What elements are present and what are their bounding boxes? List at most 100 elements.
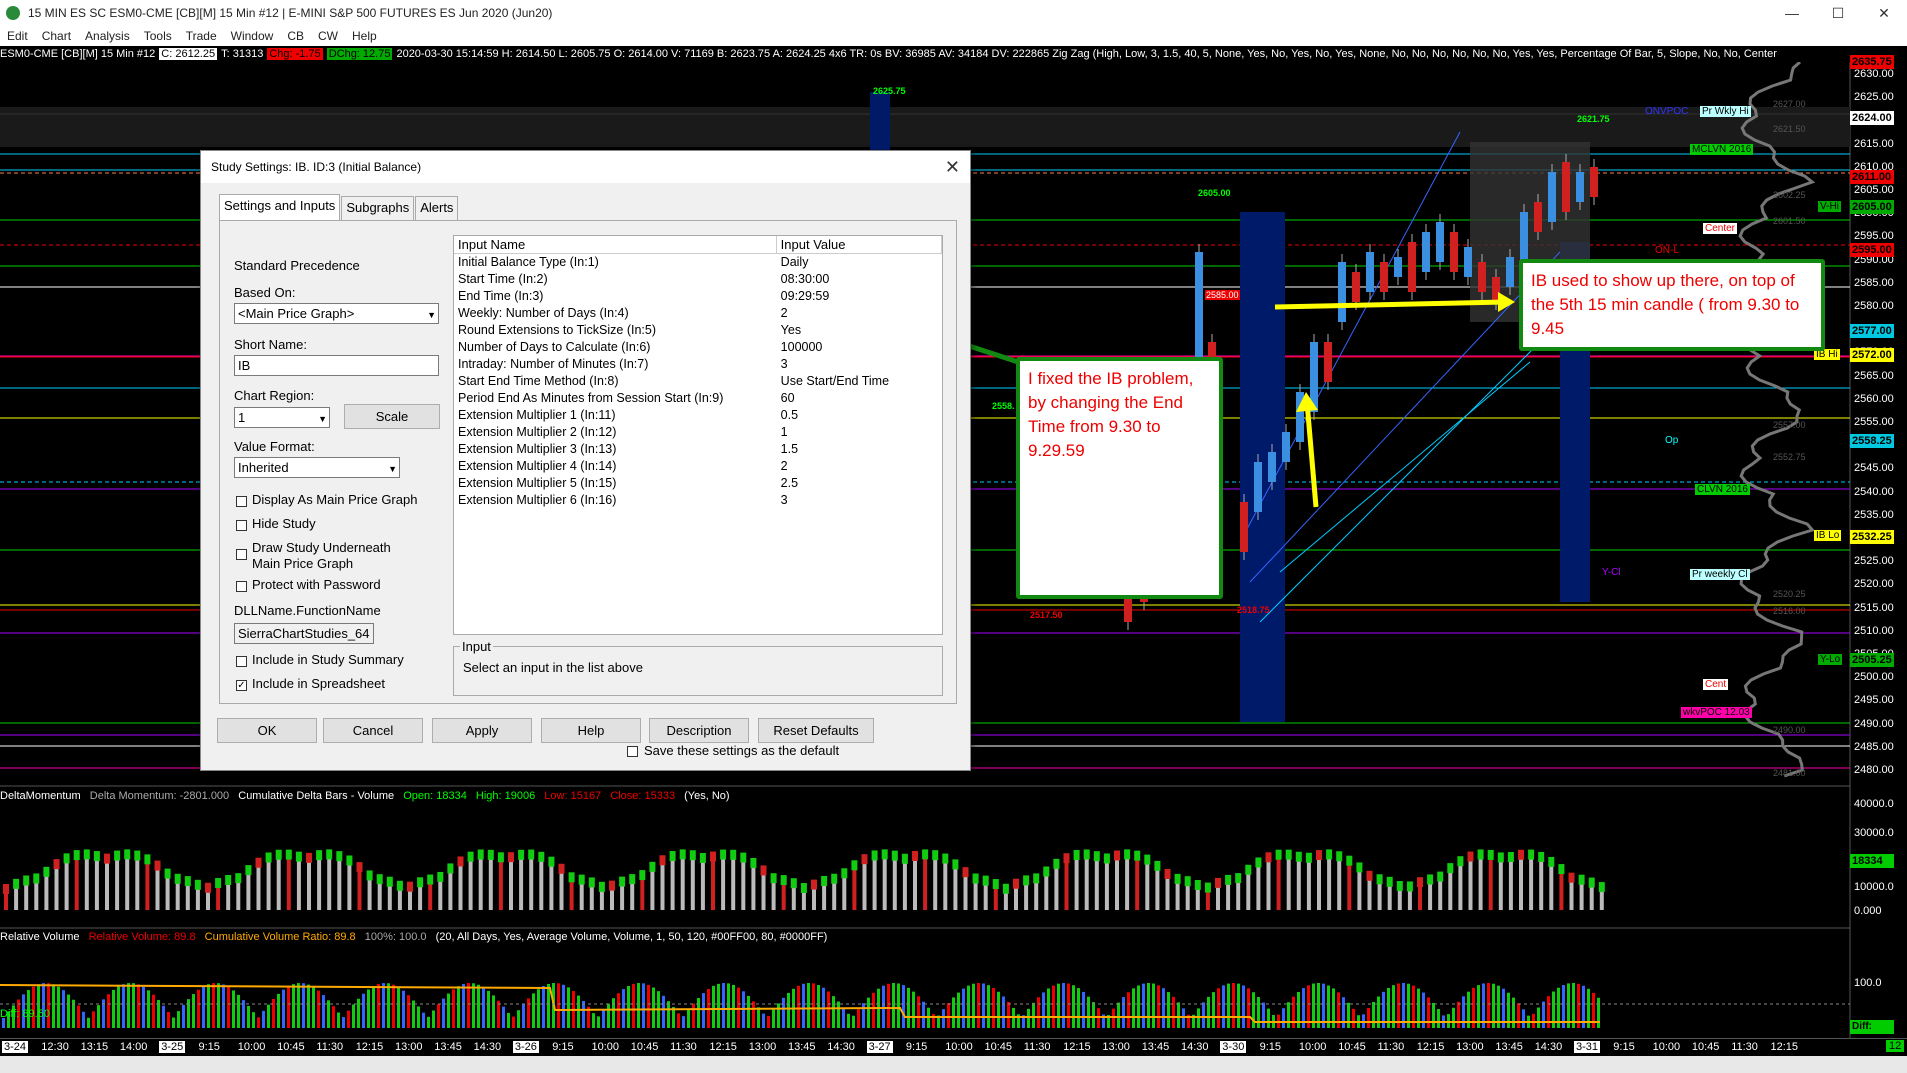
chart-region-select[interactable]: 1 ▼ [234,407,330,428]
tab-alerts[interactable]: Alerts [415,196,459,220]
input-value-cell[interactable]: Yes [777,322,942,339]
time-axis-time: 12:15 [709,1041,737,1053]
table-row[interactable]: Start End Time Method (In:8) Use Start/En… [454,373,942,390]
relative-volume-bar [1097,1008,1100,1028]
delta-candle [982,875,989,886]
time-axis-date: 3-30 [1220,1041,1247,1053]
ok-button[interactable]: OK [217,718,317,743]
description-button[interactable]: Description [649,718,749,743]
tab-subgraphs[interactable]: Subgraphs [341,196,415,220]
label-2557: 2557.00 [1773,420,1806,430]
time-axis[interactable]: 3-24 12:30 13:15 14:00 3-25 9:15 10:00 10:45 11:… [0,1038,1907,1056]
draw-underneath-checkbox[interactable] [236,549,247,560]
relative-volume-bar [192,994,195,1028]
input-name-cell: Weekly: Number of Days (In:4) [458,306,629,320]
delta-bar [1478,855,1483,910]
price-scale-label: 2555.00 [1854,416,1894,428]
delta-bar [842,874,847,910]
input-value-cell[interactable]: Daily [777,254,942,271]
hide-study-checkbox[interactable] [236,520,247,531]
relative-volume-bar [612,998,615,1028]
relative-volume-bar [397,987,400,1028]
delta-candle [1194,879,1201,890]
delta-bar [296,857,301,910]
delta-candle [295,851,302,862]
delta-candle [649,861,656,872]
input-value-cell[interactable]: 2 [777,305,942,322]
reset-defaults-button[interactable]: Reset Defaults [758,718,874,743]
relative-volume-bar [1172,996,1175,1028]
protect-password-checkbox[interactable] [236,581,247,592]
table-row[interactable]: Number of Days to Calculate (In:6) 100000 [454,339,942,356]
delta-candle [437,871,444,882]
dll-name-field[interactable]: SierraChartStudies_64 [234,623,374,644]
input-value-cell[interactable]: Use Start/End Time [777,373,942,390]
menu-item-cb[interactable]: CB [280,29,311,43]
input-value-cell[interactable]: 08:30:00 [777,271,942,288]
table-row[interactable]: Extension Multiplier 2 (In:12) 1 [454,424,942,441]
input-value-cell[interactable]: 2 [777,458,942,475]
menu-item-window[interactable]: Window [224,29,281,43]
candle-body [1268,452,1276,482]
menu-item-edit[interactable]: Edit [0,29,35,43]
table-row[interactable]: Intraday: Number of Minutes (In:7) 3 [454,356,942,373]
table-row[interactable]: Extension Multiplier 5 (In:15) 2.5 [454,475,942,492]
input-value-cell[interactable]: 100000 [777,339,942,356]
tab-settings-and-inputs[interactable]: Settings and Inputs [219,194,341,220]
apply-button[interactable]: Apply [432,718,532,743]
delta-candle [1497,852,1504,863]
maximize-icon[interactable]: ☐ [1815,0,1861,26]
include-summary-checkbox[interactable] [236,656,247,667]
standard-precedence-label: Standard Precedence [234,258,360,273]
dialog-close-icon[interactable]: ✕ [945,157,960,178]
price-scale-label: 2540.00 [1854,485,1894,498]
label-2627: 2627.00 [1773,99,1806,109]
price-tag-top: 2635.75 [1850,55,1894,69]
help-button[interactable]: Help [541,718,641,743]
cancel-button[interactable]: Cancel [323,718,423,743]
time-axis-time: 13:45 [434,1041,462,1053]
inputs-table[interactable]: Input Name Input Value Initial Balance T… [453,235,943,635]
table-row[interactable]: Extension Multiplier 4 (In:14) 2 [454,458,942,475]
input-value-cell[interactable]: 2.5 [777,475,942,492]
relative-volume-bar [687,1009,690,1028]
table-row[interactable]: Extension Multiplier 6 (In:16) 3 [454,492,942,509]
scale-button[interactable]: Scale [344,404,440,429]
menu-item-cw[interactable]: CW [311,29,345,43]
minimize-icon[interactable]: — [1769,0,1815,26]
include-spreadsheet-checkbox[interactable]: ✓ [236,680,247,691]
input-value-cell[interactable]: 60 [777,390,942,407]
input-value-cell[interactable]: 1.5 [777,441,942,458]
save-default-checkbox[interactable] [627,746,638,757]
table-row[interactable]: Extension Multiplier 3 (In:13) 1.5 [454,441,942,458]
table-row[interactable]: Initial Balance Type (In:1) Daily [454,254,942,271]
input-value-cell[interactable]: 1 [777,424,942,441]
based-on-select[interactable]: <Main Price Graph> ▼ [234,303,439,324]
table-row[interactable]: Extension Multiplier 1 (In:11) 0.5 [454,407,942,424]
input-value-cell[interactable]: 0.5 [777,407,942,424]
input-value-cell[interactable]: 09:29:59 [777,288,942,305]
relative-volume-bar [177,1011,180,1028]
menu-item-tools[interactable]: Tools [137,29,179,43]
menu-item-chart[interactable]: Chart [35,29,78,43]
table-row[interactable]: Period End As Minutes from Session Start… [454,390,942,407]
display-as-main-checkbox[interactable] [236,496,247,507]
input-value-cell[interactable]: 3 [777,356,942,373]
input-value-cell[interactable]: 3 [777,492,942,509]
close-icon[interactable]: ✕ [1861,0,1907,26]
menu-item-trade[interactable]: Trade [179,29,224,43]
table-row[interactable]: End Time (In:3) 09:29:59 [454,288,942,305]
table-row[interactable]: Round Extensions to TickSize (In:5) Yes [454,322,942,339]
time-axis-time: 13:00 [748,1041,777,1053]
relative-volume-bar [187,999,190,1028]
menu-item-analysis[interactable]: Analysis [78,29,137,43]
short-name-input[interactable]: IB [234,355,439,376]
label-2601: 2601.50 [1773,216,1806,226]
price-tag-y-low: 2505.25 [1850,653,1894,667]
price-scale-label: 2595.00 [1854,230,1894,243]
table-row[interactable]: Weekly: Number of Days (In:4) 2 [454,305,942,322]
menu-item-help[interactable]: Help [345,29,384,43]
relative-volume-bar [87,1017,90,1028]
table-row[interactable]: Start Time (In:2) 08:30:00 [454,271,942,288]
value-format-select[interactable]: Inherited ▼ [234,457,400,478]
